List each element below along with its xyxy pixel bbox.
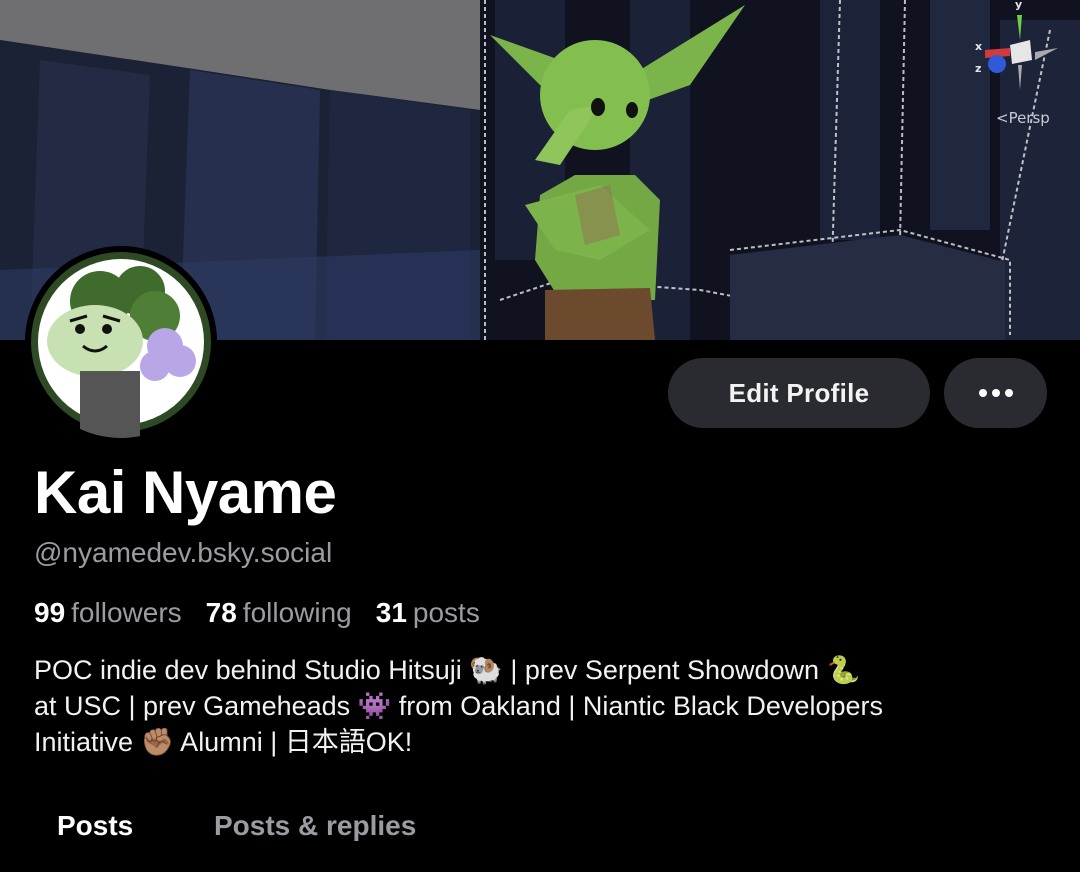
gizmo-x-label: x [975, 40, 983, 53]
following-stat[interactable]: 78 following [206, 597, 352, 629]
following-label: following [242, 597, 352, 628]
followers-count: 99 [34, 597, 66, 628]
profile-bio: POC indie dev behind Studio Hitsuji 🐏 | … [34, 652, 1044, 760]
following-count: 78 [205, 597, 237, 628]
profile-tabs: Posts Posts & replies [0, 800, 1080, 872]
bio-line: POC indie dev behind Studio Hitsuji 🐏 | … [34, 655, 861, 685]
ellipsis-icon [991, 389, 1000, 397]
profile-avatar[interactable] [25, 246, 217, 438]
ellipsis-icon [1004, 389, 1013, 397]
gizmo-persp-label: <Persp [996, 109, 1050, 127]
profile-name: Kai Nyame [34, 459, 337, 526]
bio-line: Initiative ✊🏽 Alumni | 日本語OK! [34, 727, 413, 757]
tab-posts-and-replies[interactable]: Posts & replies [214, 810, 416, 842]
edit-profile-button[interactable]: Edit Profile [668, 358, 930, 428]
tab-posts[interactable]: Posts [57, 810, 133, 842]
followers-label: followers [71, 597, 182, 628]
avatar-image [25, 246, 217, 438]
followers-stat[interactable]: 99 followers [34, 597, 182, 629]
more-options-button[interactable] [944, 358, 1047, 428]
bio-line: at USC | prev Gameheads 👾 from Oakland |… [34, 691, 883, 721]
posts-count: 31 [375, 597, 407, 628]
posts-stat: 31 posts [376, 597, 480, 629]
ellipsis-icon [978, 389, 987, 397]
profile-handle: @nyamedev.bsky.social [34, 537, 333, 568]
gizmo-z-label: z [975, 62, 982, 75]
profile-stats: 99 followers 78 following 31 posts [34, 597, 504, 629]
posts-label: posts [412, 597, 480, 628]
gizmo-y-label: y [1015, 0, 1023, 11]
